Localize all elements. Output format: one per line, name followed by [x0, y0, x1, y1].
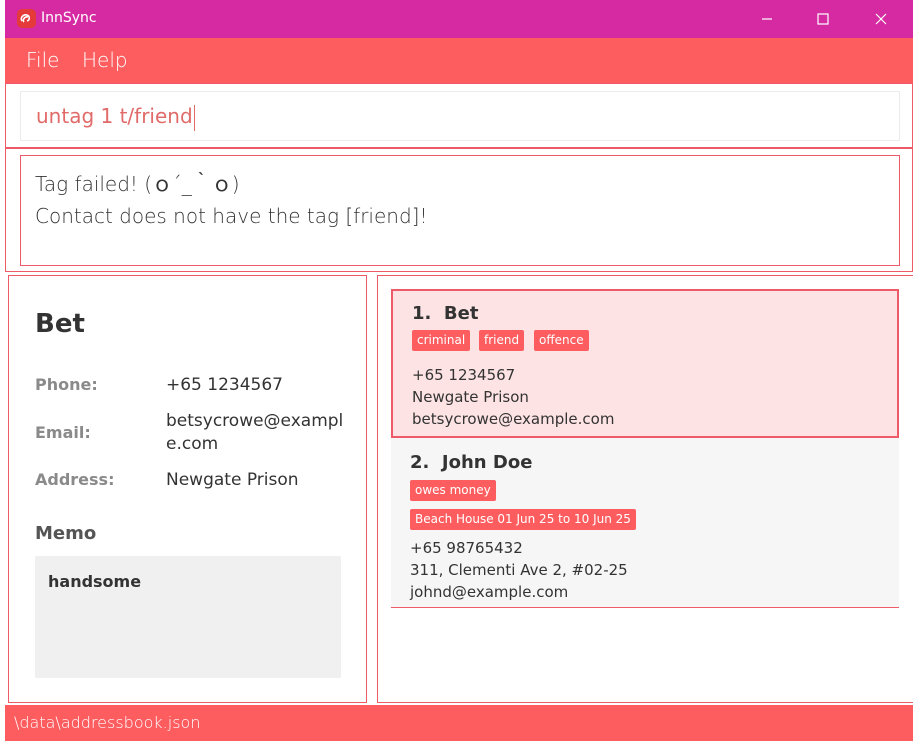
close-button[interactable] — [858, 0, 904, 38]
address-label: Address: — [35, 470, 115, 489]
contact-index: 2. — [410, 452, 430, 473]
minimize-button[interactable] — [744, 0, 790, 38]
contact-list-panel: 1. Bet criminal friend offence +65 12345… — [377, 275, 913, 703]
memo-heading: Memo — [35, 523, 97, 544]
status-bar: \data\addressbook.json — [5, 705, 913, 741]
close-icon — [875, 13, 887, 25]
address-value: Newgate Prison — [166, 470, 299, 490]
command-box-container: untag 1 t/friend — [5, 83, 913, 148]
contact-address: Newgate Prison — [412, 388, 529, 406]
title-bar: InnSync — [5, 0, 913, 38]
window-title: InnSync — [41, 10, 97, 26]
contact-email: betsycrowe@example.com — [412, 410, 615, 428]
tag-badge: owes money — [410, 480, 496, 501]
contact-card[interactable]: 2. John Doe owes money Beach House 01 Ju… — [391, 438, 899, 608]
email-label: Email: — [35, 423, 91, 442]
memo-box[interactable]: handsome — [35, 556, 341, 678]
contact-name: John Doe — [441, 452, 533, 473]
email-value: betsycrowe@example.com — [166, 411, 344, 454]
command-input[interactable]: untag 1 t/friend — [20, 91, 900, 141]
result-message-line: Tag failed! (ｏ´_｀ｏ) — [35, 172, 240, 196]
result-display: Tag failed! (ｏ´_｀ｏ) Contact does not hav… — [20, 155, 900, 266]
app-logo-icon — [17, 9, 36, 28]
menu-file[interactable]: File — [26, 48, 59, 72]
tag-badge: criminal — [412, 330, 471, 351]
menu-bar: File Help — [5, 38, 913, 83]
save-location-path: \data\addressbook.json — [14, 713, 201, 732]
phone-label: Phone: — [35, 375, 98, 394]
result-display-container: Tag failed! (ｏ´_｀ｏ) Contact does not hav… — [5, 148, 913, 272]
contact-address: 311, Clementi Ave 2, #02-25 — [410, 561, 628, 579]
maximize-icon — [817, 13, 829, 25]
phone-value: +65 1234567 — [166, 375, 283, 395]
contact-phone: +65 98765432 — [410, 539, 523, 557]
tag-badge: offence — [534, 330, 589, 351]
detail-contact-name: Bet — [35, 309, 85, 339]
menu-help[interactable]: Help — [82, 48, 128, 72]
contact-phone: +65 1234567 — [412, 366, 516, 384]
contact-index: 1. — [412, 303, 432, 324]
contact-email: johnd@example.com — [410, 583, 569, 601]
contact-detail-panel: Bet Phone: +65 1234567 Email: betsycrowe… — [8, 275, 367, 703]
result-message-line: Contact does not have the tag [friend]! — [35, 204, 428, 228]
contact-card-selected[interactable]: 1. Bet criminal friend offence +65 12345… — [391, 289, 899, 438]
contact-card-title: 1. Bet — [412, 303, 478, 324]
tag-badge: friend — [479, 330, 525, 351]
maximize-button[interactable] — [800, 0, 846, 38]
contact-name: Bet — [443, 303, 479, 324]
contact-card-title: 2. John Doe — [410, 452, 532, 473]
memo-text: handsome — [48, 572, 142, 591]
app-window: InnSync File Help untag 1 t/friend Tag f… — [5, 0, 913, 741]
booking-badge: Beach House 01 Jun 25 to 10 Jun 25 — [410, 509, 636, 530]
command-input-value: untag 1 t/friend — [36, 104, 193, 128]
minimize-icon — [762, 18, 772, 20]
text-caret — [193, 104, 195, 131]
